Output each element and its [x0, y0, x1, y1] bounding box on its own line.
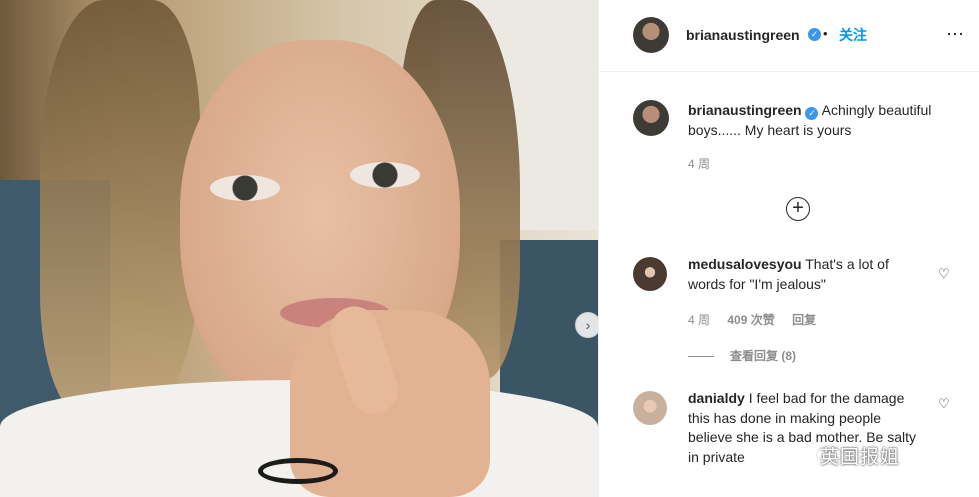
comment-likes[interactable]: 409 次赞 [727, 313, 774, 327]
more-options-icon[interactable]: ⋯ [946, 24, 965, 45]
load-more-comments-icon[interactable]: + [786, 197, 810, 221]
comment-meta: 4 周 409 次赞 回复 [688, 311, 830, 328]
replies-divider-line [688, 356, 714, 358]
post-photo [0, 0, 598, 497]
post-header: brianaustingreen ✓ • 关注 ⋯ [599, 0, 979, 72]
photo-eye-left [210, 175, 280, 201]
commenter-username[interactable]: medusalovesyou [688, 256, 802, 272]
comment-age[interactable]: 4 周 [688, 313, 710, 327]
commenter-avatar[interactable] [633, 257, 667, 291]
caption-author-avatar[interactable] [633, 100, 669, 136]
reply-button[interactable]: 回复 [792, 313, 816, 327]
verified-badge-icon: ✓ [805, 107, 819, 120]
watermark-text: 英国报姐 [820, 446, 901, 468]
verified-badge-icon: ✓ [808, 28, 821, 41]
commenter-username[interactable]: danialdy [688, 390, 745, 406]
view-replies-button[interactable]: 查看回复 (8) [688, 347, 796, 364]
photo-hair-band [258, 458, 338, 484]
post-sidebar: brianaustingreen ✓ • 关注 ⋯ brianaustingre… [598, 0, 979, 497]
separator-dot: • [823, 26, 828, 41]
view-replies-label: 查看回复 (8) [730, 349, 797, 363]
author-username[interactable]: brianaustingreen [686, 27, 800, 43]
commenter-avatar[interactable] [633, 391, 667, 425]
author-avatar[interactable] [633, 17, 669, 53]
comment-body: medusalovesyou That's a lot of words for… [688, 255, 928, 294]
post-caption: brianaustingreen ✓ Achingly beautiful bo… [688, 100, 958, 140]
follow-button[interactable]: 关注 [839, 25, 867, 45]
caption-age[interactable]: 4 周 [688, 155, 710, 172]
photo-eye-right [350, 162, 420, 188]
like-heart-icon[interactable]: ♡ [938, 266, 950, 282]
photo-hair-left [40, 0, 200, 420]
caption-username[interactable]: brianaustingreen [688, 102, 802, 118]
chevron-right-icon: › [585, 317, 591, 333]
like-heart-icon[interactable]: ♡ [938, 396, 950, 412]
